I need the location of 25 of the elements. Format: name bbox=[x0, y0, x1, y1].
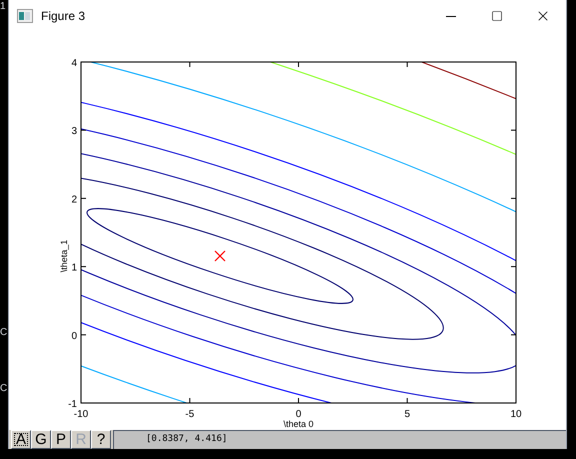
minimum-marker bbox=[214, 250, 226, 262]
coordinates-display: [0.8387, 4.416] bbox=[113, 430, 566, 449]
maximize-icon bbox=[491, 10, 503, 22]
background-text: 1 bbox=[0, 2, 6, 12]
window-title: Figure 3 bbox=[41, 8, 86, 25]
y-axis-label: \theta_1 bbox=[59, 240, 69, 272]
x-axis-label: \theta 0 bbox=[283, 419, 314, 429]
y-tick-label: 1 bbox=[71, 262, 77, 274]
x-tick-label: 10 bbox=[510, 409, 522, 420]
x-tick-label: 5 bbox=[404, 409, 410, 420]
y-tick-label: 3 bbox=[71, 126, 77, 138]
toolbar-button[interactable]: G bbox=[31, 430, 51, 449]
background-text: C bbox=[0, 384, 8, 394]
x-tick-label: -10 bbox=[74, 409, 88, 420]
y-tick-label: 0 bbox=[71, 330, 77, 342]
toolbar-button[interactable]: ? bbox=[91, 430, 111, 449]
toolbar-button[interactable]: A bbox=[11, 430, 31, 449]
y-tick-label: 2 bbox=[71, 194, 77, 206]
toolbar-button[interactable]: P bbox=[51, 430, 71, 449]
y-tick-label: 4 bbox=[71, 58, 77, 69]
y-tick-label: -1 bbox=[68, 399, 77, 410]
x-tick-label: 0 bbox=[296, 409, 302, 420]
background-text: C bbox=[0, 328, 8, 338]
x-tick-label: -5 bbox=[185, 409, 194, 420]
window-app-icon bbox=[17, 9, 33, 23]
